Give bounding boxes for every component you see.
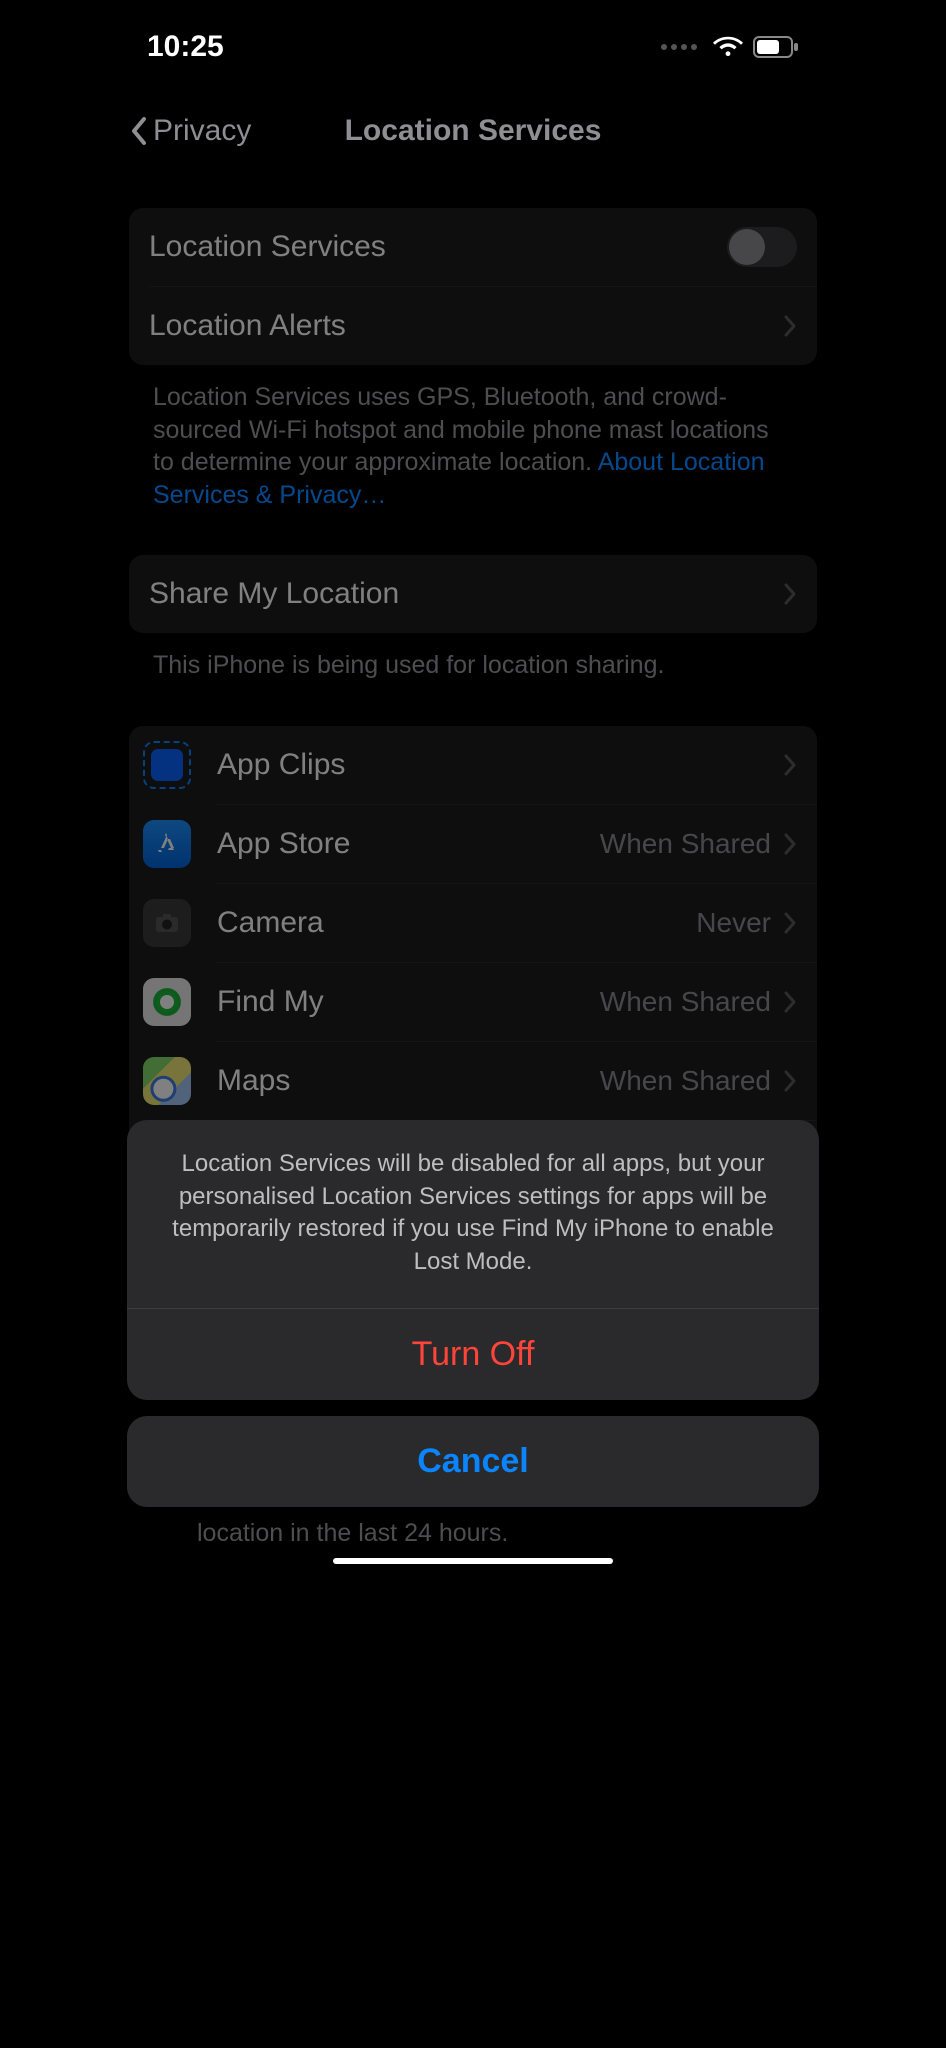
app-label: Camera	[217, 906, 696, 940]
app-label: Find My	[217, 985, 600, 1019]
location-services-row[interactable]: Location Services	[129, 208, 817, 286]
cellular-dots-icon	[661, 44, 697, 50]
wifi-icon	[713, 36, 743, 58]
turn-off-button[interactable]: Turn Off	[127, 1309, 819, 1400]
location-alerts-row[interactable]: Location Alerts	[129, 287, 817, 365]
app-row-maps[interactable]: Maps When Shared	[129, 1042, 817, 1120]
chevron-right-icon	[783, 990, 797, 1014]
findmy-icon	[143, 978, 191, 1026]
app-row-camera[interactable]: Camera Never	[129, 884, 817, 962]
status-time: 10:25	[147, 30, 224, 64]
location-group: Location Services Location Alerts	[129, 208, 817, 365]
chevron-right-icon	[783, 582, 797, 606]
maps-icon	[143, 1057, 191, 1105]
content: Location Services Location Alerts Locati…	[111, 168, 835, 1199]
location-services-label: Location Services	[149, 230, 727, 264]
chevron-right-icon	[783, 1069, 797, 1093]
app-row-appstore[interactable]: App Store When Shared	[129, 805, 817, 883]
below-text-fragment: location in the last 24 hours.	[127, 1507, 819, 1548]
status-bar: 10:25	[111, 0, 835, 74]
location-alerts-label: Location Alerts	[149, 309, 783, 343]
back-button[interactable]: Privacy	[129, 114, 251, 148]
nav-bar: Privacy Location Services	[111, 74, 835, 168]
chevron-right-icon	[783, 911, 797, 935]
chevron-right-icon	[783, 753, 797, 777]
share-footer: This iPhone is being used for location s…	[129, 633, 817, 682]
app-row-appclips[interactable]: App Clips	[129, 726, 817, 804]
cancel-button[interactable]: Cancel	[127, 1416, 819, 1507]
appclips-icon	[143, 741, 191, 789]
page-title: Location Services	[345, 114, 602, 148]
location-desc: Location Services uses GPS, Bluetooth, a…	[129, 365, 817, 511]
home-indicator[interactable]	[333, 1558, 613, 1564]
app-status: When Shared	[600, 1065, 771, 1097]
app-status: When Shared	[600, 828, 771, 860]
status-right	[661, 36, 799, 58]
app-status: Never	[696, 907, 771, 939]
app-status: When Shared	[600, 986, 771, 1018]
chevron-left-icon	[129, 116, 149, 146]
sheet-message: Location Services will be disabled for a…	[127, 1120, 819, 1308]
app-label: Maps	[217, 1064, 600, 1098]
app-row-findmy[interactable]: Find My When Shared	[129, 963, 817, 1041]
share-my-location-label: Share My Location	[149, 577, 783, 611]
share-my-location-row[interactable]: Share My Location	[129, 555, 817, 633]
battery-icon	[753, 36, 799, 58]
app-label: App Store	[217, 827, 600, 861]
camera-icon	[143, 899, 191, 947]
back-label: Privacy	[153, 114, 251, 148]
chevron-right-icon	[783, 832, 797, 856]
chevron-right-icon	[783, 314, 797, 338]
appstore-icon	[143, 820, 191, 868]
location-services-toggle[interactable]	[727, 227, 797, 267]
app-label: App Clips	[217, 748, 771, 782]
action-sheet: Location Services will be disabled for a…	[127, 1120, 819, 1548]
share-group: Share My Location	[129, 555, 817, 633]
